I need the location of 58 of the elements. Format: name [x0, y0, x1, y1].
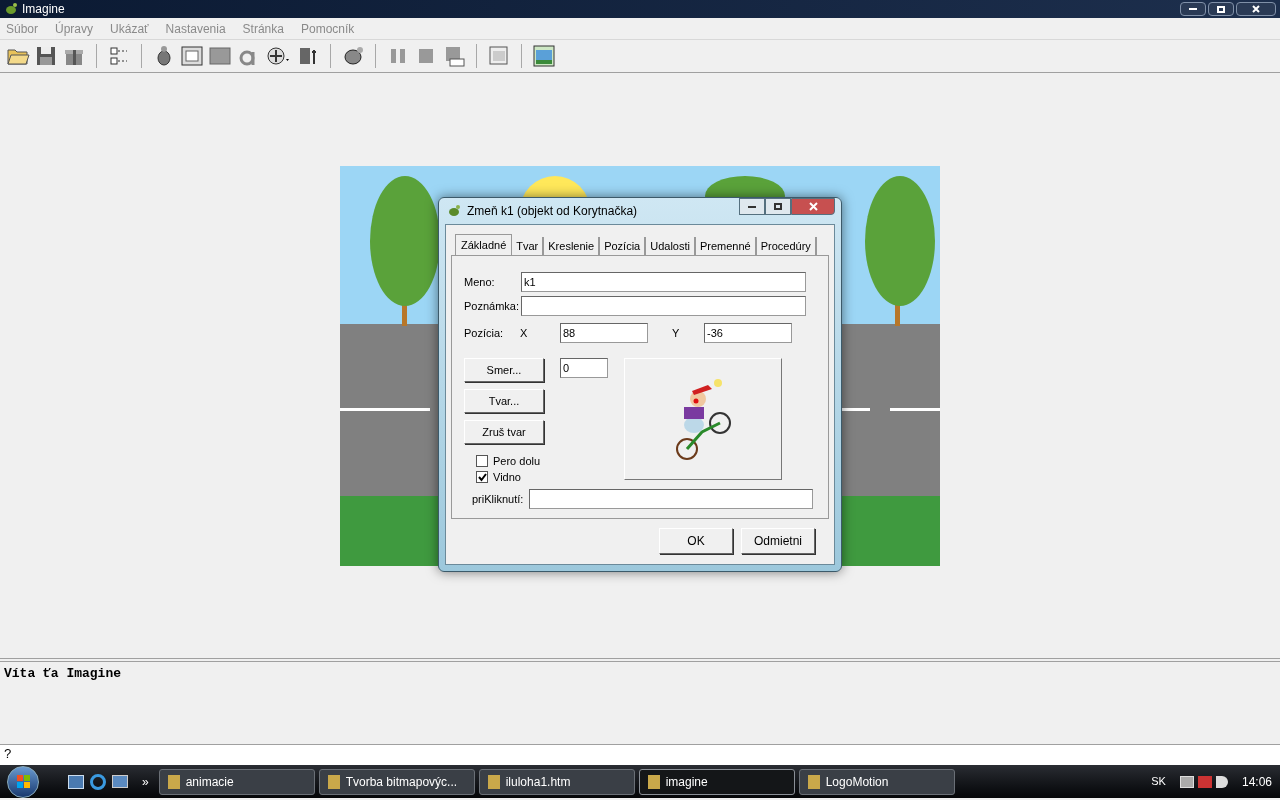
button[interactable]: Tvar...	[464, 389, 544, 413]
minimize-button[interactable]	[1180, 2, 1206, 16]
network-icon[interactable]	[1179, 775, 1194, 788]
checkbox-label: Pero dolu	[493, 453, 541, 469]
checkbox-label: Vidno	[493, 469, 521, 485]
more-button[interactable]: »	[142, 772, 149, 791]
turtle-icon	[447, 204, 461, 218]
close-button[interactable]	[791, 198, 835, 215]
desktop-icon[interactable]	[68, 774, 84, 789]
tab[interactable]: Pozícia	[600, 237, 647, 255]
field-label: Poznámka:	[464, 298, 521, 314]
tab[interactable]: Kreslenie	[544, 237, 601, 255]
button[interactable]: Odmietni	[741, 528, 815, 554]
taskbar-button[interactable]: iluloha1.htm	[478, 768, 635, 795]
taskbar-button[interactable]: imagine	[638, 768, 795, 795]
note-field[interactable]	[521, 296, 806, 316]
x-field[interactable]: 88	[560, 323, 648, 343]
minimize-button[interactable]	[739, 198, 765, 215]
button[interactable]: Smer...	[464, 358, 544, 382]
tab[interactable]: Udalosti	[646, 237, 696, 255]
tab[interactable]: Tvar	[512, 237, 545, 255]
checkbox[interactable]	[476, 455, 488, 467]
close-icon	[808, 202, 818, 211]
on-click-field[interactable]	[529, 489, 813, 509]
direction-field[interactable]: 0	[560, 358, 608, 378]
field-label: priKliknutí:	[472, 491, 525, 507]
start-button[interactable]	[7, 765, 39, 798]
tab[interactable]: Premenné	[695, 237, 757, 255]
maximize-button[interactable]	[765, 198, 791, 215]
dialog-title: Zmeň k1 (objekt od Korytnačka)	[467, 203, 638, 220]
page-view-icon[interactable]	[532, 44, 556, 68]
field-label: Meno:	[464, 274, 496, 290]
name-field[interactable]: k1	[521, 272, 806, 292]
button[interactable]: Zruš tvar	[464, 420, 544, 444]
security-icon[interactable]	[1197, 775, 1212, 788]
checkbox[interactable]	[476, 471, 488, 483]
turtle-icon[interactable]	[341, 44, 365, 68]
field-label: Y	[672, 325, 681, 341]
close-icon	[1252, 5, 1260, 13]
taskbar-button[interactable]: LogoMotion	[798, 768, 955, 795]
rectangle-icon[interactable]	[208, 44, 232, 68]
turtle-app-icon	[4, 2, 18, 16]
console-text: Víta ťa Imagine	[4, 666, 122, 681]
clock[interactable]: 14:06	[1241, 772, 1272, 791]
button[interactable]: OK	[659, 528, 733, 554]
tab[interactable]: Procedúry	[756, 237, 817, 255]
field-label: Pozícia:	[464, 325, 505, 341]
restore-button[interactable]	[1208, 2, 1234, 16]
window-title: Imagine	[22, 1, 65, 18]
frame-icon[interactable]	[180, 44, 204, 68]
taskbar-button[interactable]: Tvorba bitmapovýc...	[318, 768, 475, 795]
y-field[interactable]: -36	[704, 323, 792, 343]
close-button[interactable]	[1236, 2, 1276, 16]
language-indicator[interactable]: SK	[1151, 773, 1166, 790]
field-label: X	[520, 325, 529, 341]
speaker-icon[interactable]	[1215, 775, 1228, 788]
taskbar-button[interactable]: animacie	[158, 768, 315, 795]
tab[interactable]: Základné	[455, 234, 513, 256]
